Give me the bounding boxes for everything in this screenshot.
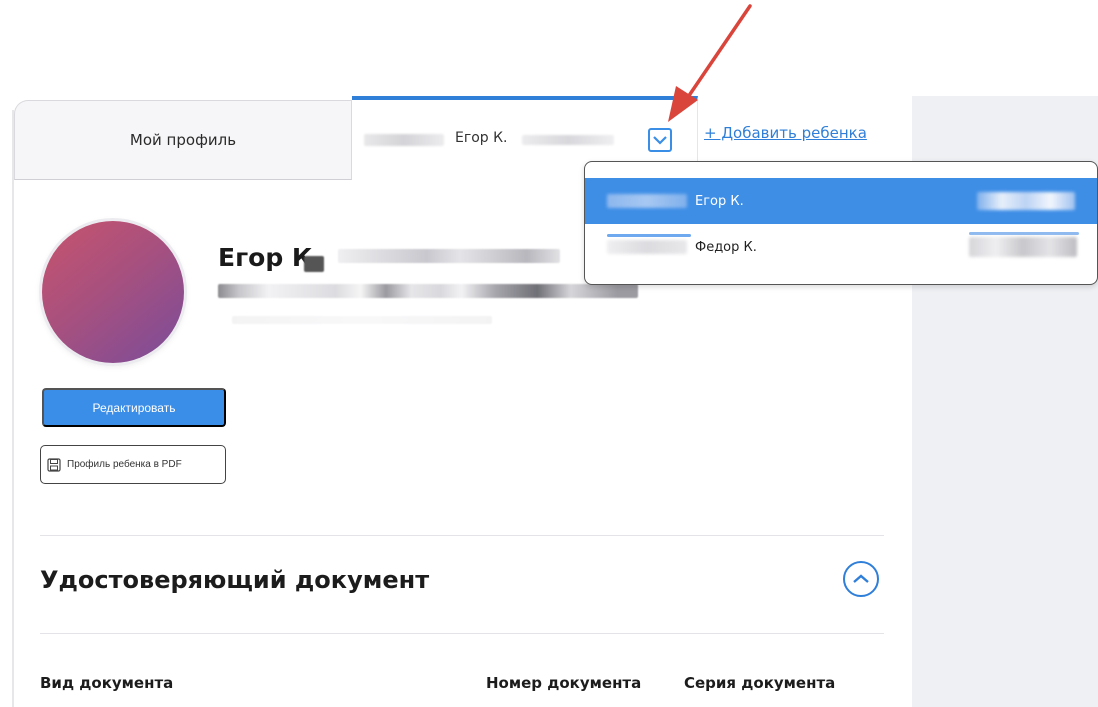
redacted-text xyxy=(364,134,444,146)
dropdown-item-label: Федор К. xyxy=(695,239,757,255)
profile-name: Егор К xyxy=(218,243,312,272)
redacted-text xyxy=(969,232,1079,235)
column-header-document-type: Вид документа xyxy=(40,674,174,692)
section-title: Удостоверяющий документ xyxy=(40,566,430,594)
redacted-text xyxy=(232,316,492,324)
child-select-toggle-button[interactable] xyxy=(648,128,672,152)
redacted-text xyxy=(338,249,560,263)
download-pdf-label: Профиль ребенка в PDF xyxy=(67,459,182,470)
redacted-text xyxy=(969,237,1077,257)
column-header-document-series: Серия документа xyxy=(684,674,836,692)
collapse-section-button[interactable] xyxy=(843,561,879,597)
dropdown-item[interactable]: Егор К. xyxy=(585,178,1097,224)
floppy-icon xyxy=(47,457,61,472)
avatar xyxy=(42,221,184,363)
download-pdf-button[interactable]: Профиль ребенка в PDF xyxy=(40,445,226,484)
tab-my-profile-label: Мой профиль xyxy=(129,131,237,149)
column-header-document-number: Номер документа xyxy=(486,674,642,692)
chevron-up-icon xyxy=(853,574,869,583)
card-border xyxy=(12,110,14,707)
tab-my-profile[interactable]: Мой профиль xyxy=(14,100,352,180)
dropdown-item[interactable]: Федор К. xyxy=(585,224,1097,270)
profile-name-text: Егор К xyxy=(218,243,313,272)
redacted-text xyxy=(607,194,687,208)
redacted-text xyxy=(522,135,614,145)
redacted-text xyxy=(607,240,687,254)
add-child-link[interactable]: + Добавить ребенка xyxy=(704,124,867,142)
tab-child-label: Егор К. xyxy=(455,130,508,146)
divider xyxy=(40,535,884,536)
chevron-down-icon xyxy=(653,136,667,145)
redacted-text xyxy=(304,256,324,272)
dropdown-item-label: Егор К. xyxy=(695,193,744,209)
divider xyxy=(40,633,884,634)
child-select-dropdown: Егор К. Федор К. xyxy=(584,161,1098,285)
redacted-text xyxy=(607,234,691,237)
redacted-text xyxy=(977,192,1075,210)
edit-button[interactable]: Редактировать xyxy=(42,388,226,427)
redacted-text xyxy=(218,284,638,298)
